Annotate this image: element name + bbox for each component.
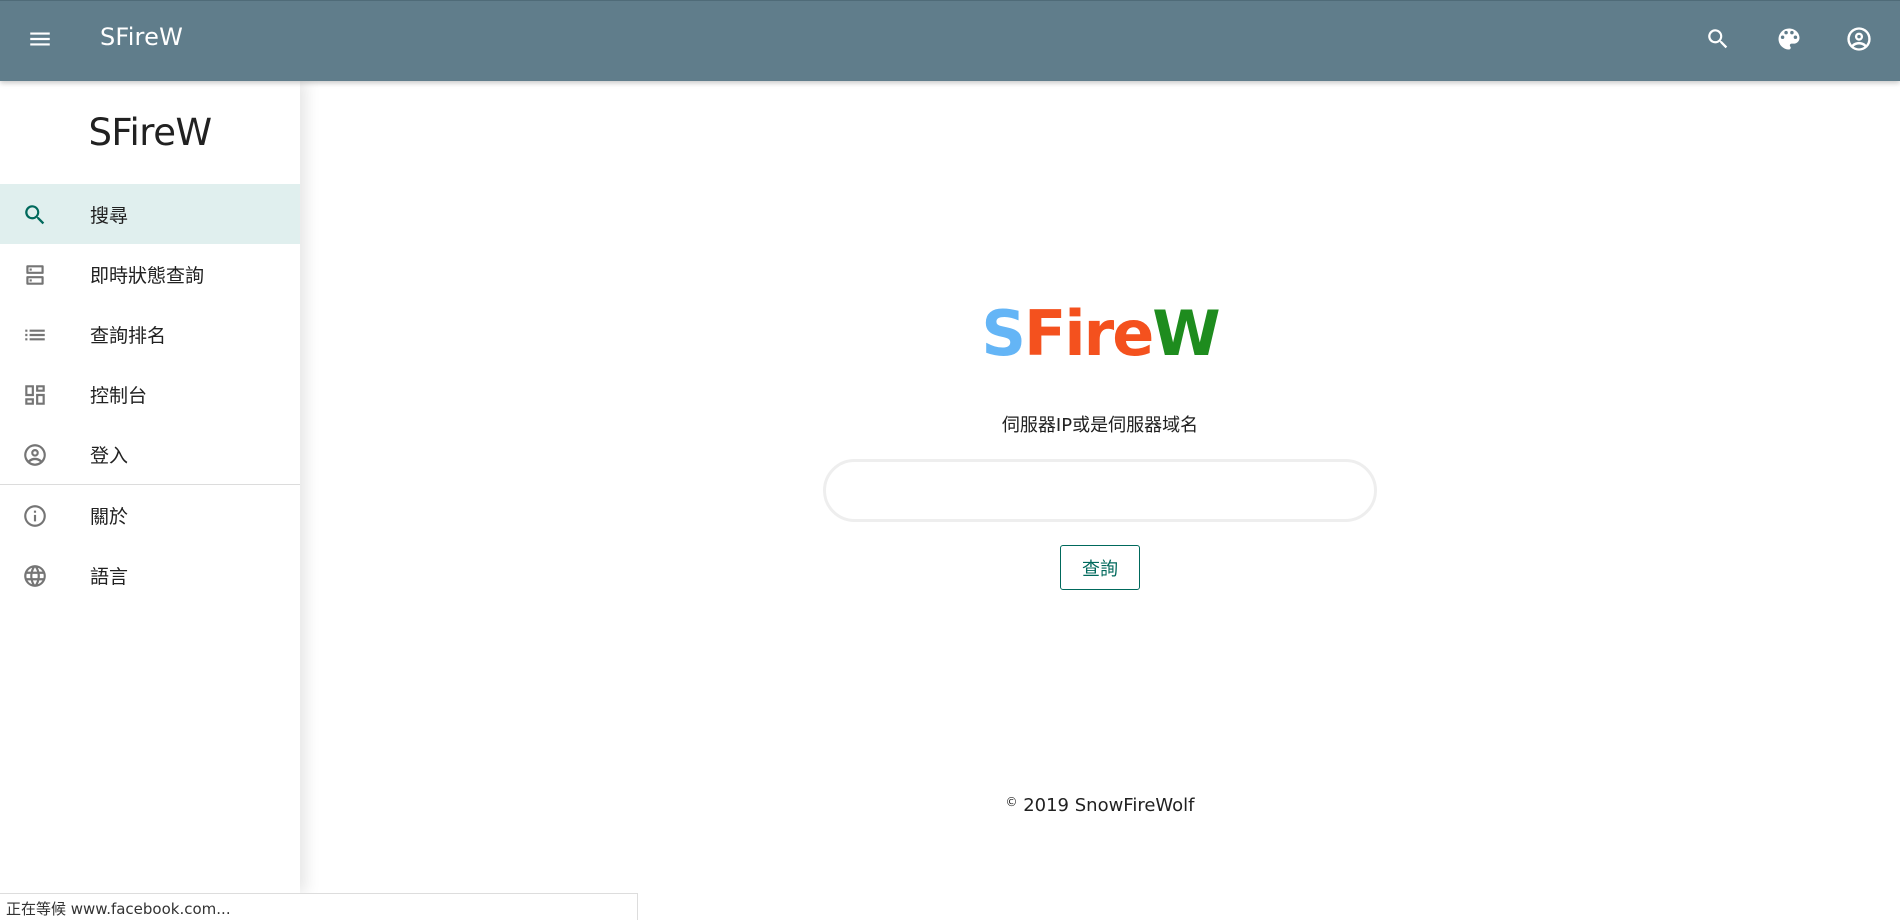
nav-label-ranking: 查詢排名: [90, 324, 167, 347]
palette-icon: [1775, 25, 1803, 57]
search-icon: [1705, 26, 1731, 56]
account-circle-icon: [22, 442, 48, 468]
query-button[interactable]: 查詢: [1060, 545, 1140, 590]
dashboard-icon: [22, 382, 48, 408]
copyright-symbol: ©: [1005, 795, 1018, 809]
nav-label-realtime-status: 即時狀態查詢: [90, 264, 205, 287]
account-circle-icon: [1845, 25, 1873, 57]
sfirew-logo: SFireW: [981, 297, 1220, 370]
footer-copyright: © 2019 SnowFireWolf: [300, 795, 1900, 816]
nav-item-login[interactable]: 登入: [0, 424, 300, 484]
drawer-brand: SFireW: [88, 111, 212, 154]
nav-label-login: 登入: [90, 444, 129, 467]
nav-label-search: 搜尋: [90, 204, 129, 227]
list-icon: [22, 322, 48, 348]
nav-label-dashboard: 控制台: [90, 384, 148, 407]
menu-button[interactable]: [20, 21, 60, 61]
top-app-bar: SFireW: [0, 0, 1900, 81]
nav-item-ranking[interactable]: 查詢排名: [0, 304, 300, 364]
menu-icon: [27, 26, 53, 56]
nav-item-search[interactable]: 搜尋: [0, 184, 300, 244]
nav-item-realtime-status[interactable]: 即時狀態查詢: [0, 244, 300, 304]
copyright-text: 2019 SnowFireWolf: [1023, 795, 1195, 816]
nav-item-about[interactable]: 關於: [0, 485, 300, 545]
info-icon: [22, 503, 48, 529]
main-content: SFireW 伺服器IP或是伺服器域名 查詢 © 2019 SnowFireWo…: [300, 81, 1900, 920]
search-button[interactable]: [1698, 21, 1738, 61]
navigation-drawer: SFireW 搜尋 即時狀態查詢 查詢排名 控制台 登入 關於 語言: [0, 81, 300, 893]
nav-label-language: 語言: [90, 565, 129, 588]
server-search-input[interactable]: [823, 459, 1377, 522]
browser-status-bar: 正在等候 www.facebook.com...: [0, 893, 638, 920]
nav-label-about: 關於: [90, 505, 129, 528]
theme-button[interactable]: [1769, 21, 1809, 61]
app-title[interactable]: SFireW: [100, 23, 183, 51]
language-icon: [22, 563, 48, 589]
account-button[interactable]: [1839, 21, 1879, 61]
nav-item-dashboard[interactable]: 控制台: [0, 364, 300, 424]
server-field-label: 伺服器IP或是伺服器域名: [1001, 415, 1199, 436]
dns-icon: [22, 262, 48, 288]
nav-item-language[interactable]: 語言: [0, 545, 300, 605]
search-icon: [22, 202, 48, 228]
